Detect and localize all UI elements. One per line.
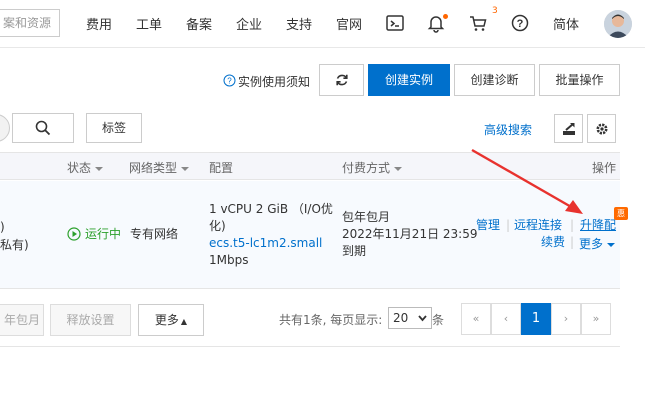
red-arrow-annotation (471, 148, 583, 214)
column-pay-method[interactable]: 付费方式 (342, 159, 403, 176)
svg-text:?: ? (227, 77, 232, 86)
column-status[interactable]: 状态 (67, 159, 104, 176)
tag-filter-button[interactable]: 标签 (86, 113, 142, 143)
cart-icon[interactable] (467, 12, 489, 34)
export-button[interactable] (554, 114, 583, 143)
page-size-suffix: 条 (432, 313, 445, 327)
batch-more-button[interactable]: 更多 ▲ (138, 304, 204, 336)
column-network-type[interactable]: 网络类型 (129, 159, 190, 176)
last-page-button[interactable]: » (581, 303, 611, 335)
prev-page-button[interactable]: ‹ (491, 303, 521, 335)
nav-official-site[interactable]: 官网 (336, 14, 362, 33)
instance-type-link[interactable]: ecs.t5-lc1m2.small (209, 235, 322, 252)
terminal-icon[interactable] (384, 12, 406, 34)
bandwidth-value: 1Mbps (209, 253, 249, 267)
help-icon[interactable]: ? (509, 12, 531, 34)
config-spec-line2: 化) (209, 219, 226, 233)
nav-icp[interactable]: 备案 (186, 14, 212, 33)
running-status-icon (67, 227, 81, 241)
instance-notice-link[interactable]: 实例使用须知 (238, 73, 310, 90)
page-size-select[interactable]: 20 (388, 307, 432, 329)
current-page-button[interactable]: 1 (521, 303, 551, 335)
export-icon (562, 123, 575, 135)
monthly-subscription-button[interactable]: 年包月 (0, 304, 44, 336)
instance-ip-fragment: 私有) (0, 238, 29, 252)
nav-enterprise[interactable]: 企业 (236, 14, 262, 33)
question-circle-icon: ? (223, 74, 236, 87)
refresh-icon (335, 74, 348, 86)
search-button[interactable] (12, 113, 74, 143)
global-search-input[interactable]: 案和资源 (0, 9, 60, 37)
next-page-button[interactable]: › (551, 303, 581, 335)
advanced-search-link[interactable]: 高级搜索 (484, 121, 532, 138)
network-type-value: 专有网络 (130, 227, 179, 241)
create-diagnosis-button[interactable]: 创建诊断 (454, 64, 535, 96)
nav-tickets[interactable]: 工单 (136, 14, 162, 33)
chevron-down-icon (418, 315, 427, 322)
config-spec-line1: 1 vCPU 2 GiB （I/O优 (209, 202, 333, 216)
gear-icon (596, 123, 607, 135)
instance-name-fragment: ) (0, 220, 5, 234)
language-switch[interactable]: 简体 (553, 14, 579, 33)
first-page-button[interactable]: « (461, 303, 491, 335)
refresh-button[interactable] (319, 64, 364, 96)
status-running: 运行中 (85, 227, 122, 241)
svg-text:?: ? (517, 18, 524, 30)
expiry-date-value: 2022年11月21日 23:59 (342, 227, 478, 241)
column-config: 配置 (209, 161, 234, 175)
settings-button[interactable] (587, 114, 616, 143)
pay-type-value: 包年包月 (342, 210, 391, 224)
search-icon (35, 120, 51, 136)
batch-operations-button[interactable]: 批量操作 (539, 64, 620, 96)
op-separator: | (570, 235, 575, 249)
user-avatar[interactable] (604, 10, 632, 38)
column-operations: 操作 (592, 161, 617, 175)
expiry-label: 到期 (342, 244, 367, 258)
cart-count-badge: 3 (492, 6, 498, 16)
promo-badge: 惠 (614, 207, 628, 220)
nav-support[interactable]: 支持 (286, 14, 312, 33)
total-count-text: 共有1条, 每页显示: (279, 313, 383, 327)
caret-up-icon: ▲ (180, 317, 188, 326)
release-settings-button[interactable]: 释放设置 (50, 304, 131, 336)
notification-dot (443, 14, 448, 19)
search-clear-toggle[interactable] (0, 114, 10, 142)
renew-link[interactable]: 续费 (541, 234, 565, 251)
more-ops-dropdown[interactable]: 更多 (579, 236, 616, 253)
create-instance-button[interactable]: 创建实例 (368, 64, 450, 96)
nav-fees[interactable]: 费用 (86, 14, 112, 33)
